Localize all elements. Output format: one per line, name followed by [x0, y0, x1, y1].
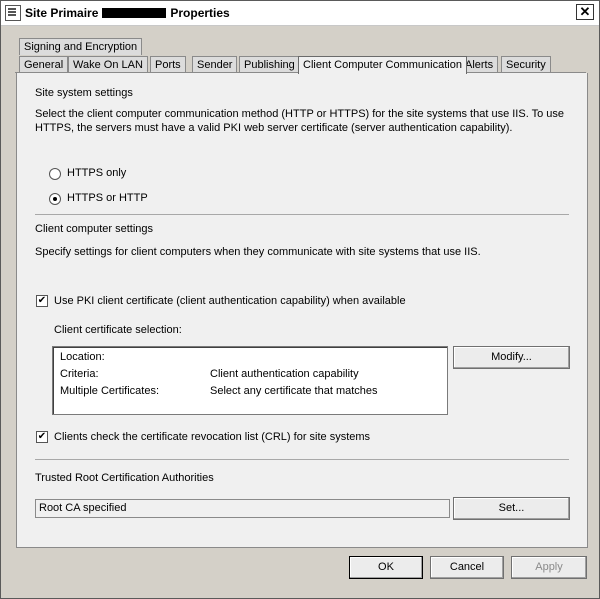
tab-sender[interactable]: Sender — [192, 56, 238, 73]
row-value-multiple: Select any certificate that matches — [210, 385, 378, 397]
row-key-criteria: Criteria: — [60, 368, 99, 380]
tab-label: Ports — [155, 59, 181, 71]
https-only-label: HTTPS only — [67, 167, 127, 179]
title-suffix: Properties — [170, 6, 230, 20]
tab-general[interactable]: General — [19, 56, 69, 73]
https-or-http-label: HTTPS or HTTP — [67, 192, 148, 204]
close-icon: ✕ — [579, 4, 591, 19]
tab-label: General — [24, 59, 64, 71]
tab-security[interactable]: Security — [501, 56, 551, 73]
tab-label: Publishing — [244, 59, 295, 71]
tab-label: Signing and Encryption — [24, 41, 138, 53]
tab-ports[interactable]: Ports — [150, 56, 186, 73]
client-cert-selection-label: Client certificate selection: — [54, 324, 182, 336]
client-settings-header: Client computer settings — [35, 223, 153, 235]
use-pki-label: Use PKI client certificate (client authe… — [54, 295, 406, 307]
tab-publishing[interactable]: Publishing — [239, 56, 300, 73]
window-icon — [5, 5, 21, 21]
title-bar: Site Primaire Properties ✕ — [1, 1, 599, 26]
ok-button[interactable]: OK — [349, 556, 423, 579]
tab-label: Wake On LAN — [73, 59, 143, 71]
window-title: Site Primaire Properties — [25, 6, 230, 20]
check-icon: ✔ — [37, 431, 47, 442]
separator — [35, 214, 569, 215]
modify-button[interactable]: Modify... — [453, 346, 570, 369]
trusted-root-field: Root CA specified — [35, 499, 450, 518]
tab-label: Client Computer Communication — [303, 59, 462, 71]
cert-selection-list[interactable]: Location: Criteria: Client authenticatio… — [52, 346, 448, 415]
crl-label: Clients check the certificate revocation… — [54, 431, 371, 443]
client-settings-description: Specify settings for client computers wh… — [35, 246, 481, 258]
row-key-location: Location: — [60, 351, 105, 363]
row-key-multiple: Multiple Certificates: — [60, 385, 160, 397]
title-prefix: Site Primaire — [25, 6, 99, 20]
site-settings-header: Site system settings — [35, 87, 133, 99]
use-pki-checkbox[interactable]: ✔ — [36, 295, 48, 307]
radio-https-or-http[interactable] — [49, 193, 61, 205]
tab-wake-on-lan[interactable]: Wake On LAN — [68, 56, 148, 73]
tab-label: Sender — [197, 59, 233, 71]
radio-https-only[interactable] — [49, 168, 61, 180]
site-settings-description: Select the client computer communication… — [35, 108, 565, 134]
cancel-button[interactable]: Cancel — [430, 556, 504, 579]
separator — [35, 459, 569, 460]
crl-checkbox[interactable]: ✔ — [36, 431, 48, 443]
properties-window: Site Primaire Properties ✕ Signing and En… — [0, 0, 600, 599]
tab-signing-and-encryption[interactable]: Signing and Encryption — [19, 38, 143, 55]
tab-label: Security — [506, 59, 546, 71]
check-icon: ✔ — [37, 295, 47, 306]
row-value-criteria: Client authentication capability — [210, 368, 359, 380]
trusted-root-header: Trusted Root Certification Authorities — [35, 472, 214, 484]
redacted-block — [102, 8, 167, 18]
tab-panel: Site system settings Select the client c… — [16, 73, 588, 548]
apply-button[interactable]: Apply — [511, 556, 587, 579]
tab-client-computer-communication[interactable]: Client Computer Communication — [298, 56, 467, 74]
tab-label: Alerts — [465, 59, 494, 71]
set-button[interactable]: Set... — [453, 497, 570, 520]
close-button[interactable]: ✕ — [576, 4, 594, 20]
